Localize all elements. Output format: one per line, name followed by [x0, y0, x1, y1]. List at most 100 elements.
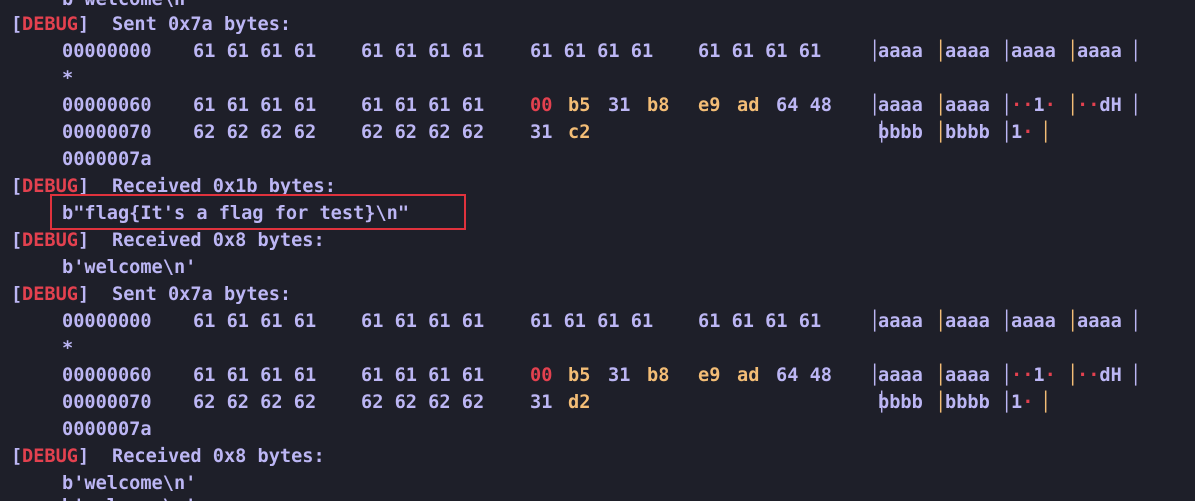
flag-highlight-box	[50, 194, 466, 230]
bracket-open: [	[11, 176, 23, 197]
hex-byte: d2	[568, 392, 591, 413]
debug-header-line: [ DEBUG ] Sent 0x7a bytes:	[0, 11, 291, 38]
hex-group: 61 61 61 61	[193, 311, 317, 332]
hex-byte: c2	[568, 122, 591, 143]
bracket-close: ]	[78, 230, 90, 251]
bracket-close: ]	[78, 446, 90, 467]
debug-header-line: [ DEBUG ] Received 0x8 bytes:	[0, 443, 325, 470]
ascii-chunk: bbbb	[945, 122, 990, 143]
header-text: Received 0x8 bytes:	[112, 446, 325, 467]
bracket-open: [	[11, 230, 23, 251]
hexdump-row: *	[0, 335, 73, 362]
output-text: b'welcome\n'	[62, 493, 196, 501]
ascii-chunk: ··dH	[1077, 365, 1122, 386]
hex-group: 62 62 62 62	[361, 122, 485, 143]
hex-group: 61 61 61 61	[361, 311, 485, 332]
output-text: b'welcome\n'	[62, 257, 197, 278]
debug-header-line: [ DEBUG ] Sent 0x7a bytes:	[0, 281, 291, 308]
hex-offset: 00000060	[62, 365, 152, 386]
hex-byte: 64 48	[776, 95, 832, 116]
ascii-chunk: aaaa	[1077, 41, 1122, 62]
hex-byte: ad	[737, 95, 760, 116]
flag-output-line: b"flag{It's a flag for test}\n"	[0, 200, 409, 227]
ascii-chunk: ··dH	[1077, 95, 1122, 116]
hexdump-row: 00000060 61 61 61 61 61 61 61 61 00 b5 3…	[0, 92, 1141, 119]
ascii-chunk: 1·	[1011, 122, 1034, 143]
ascii-separator: │	[1130, 311, 1142, 332]
header-text: Sent 0x7a bytes:	[112, 14, 292, 35]
ascii-chunk: aaaa	[878, 311, 923, 332]
hexdump-row: 00000060 61 61 61 61 61 61 61 61 00 b5 3…	[0, 362, 1141, 389]
ascii-chunk: aaaa	[945, 311, 990, 332]
ascii-separator: │	[1040, 122, 1052, 143]
ascii-chunk: ··1·	[1011, 365, 1056, 386]
hex-group: 62 62 62 62	[193, 122, 317, 143]
bracket-close: ]	[78, 284, 90, 305]
hexdump-row: 00000000 61 61 61 61 61 61 61 61 61 61 6…	[0, 308, 1141, 335]
hex-group: 61 61 61 61	[698, 311, 822, 332]
hexdump-row: 0000007a	[0, 146, 152, 173]
header-text: Received 0x8 bytes:	[112, 230, 325, 251]
hexdump-row: 0000007a	[0, 416, 152, 443]
hex-byte: 31	[608, 365, 631, 386]
hex-group: 61 61 61 61	[530, 311, 654, 332]
header-text: Sent 0x7a bytes:	[112, 284, 292, 305]
terminal-window[interactable]: b'welcome\n' [ DEBUG ] Sent 0x7a bytes: …	[0, 0, 1195, 501]
hex-byte: b5	[568, 95, 591, 116]
ascii-separator: │	[1130, 95, 1142, 116]
hex-group: 61 61 61 61	[193, 41, 317, 62]
hex-offset: 00000060	[62, 95, 152, 116]
hex-byte: b8	[647, 95, 670, 116]
ascii-separator: │	[1130, 41, 1142, 62]
ascii-chunk: aaaa	[878, 95, 923, 116]
hexdump-row: 00000070 62 62 62 62 62 62 62 62 31 d2 │…	[0, 389, 1051, 416]
repeat-marker: *	[62, 68, 74, 89]
bracket-close: ]	[78, 14, 90, 35]
hex-byte: b8	[647, 365, 670, 386]
hexdump-row: 00000000 61 61 61 61 61 61 61 61 61 61 6…	[0, 38, 1141, 65]
hex-offset: 00000070	[62, 392, 152, 413]
debug-header-line: [ DEBUG ] Received 0x8 bytes:	[0, 227, 325, 254]
debug-tag: DEBUG	[22, 14, 78, 35]
hex-byte: e9	[698, 95, 721, 116]
hex-group: 61 61 61 61	[361, 95, 485, 116]
hex-offset: 00000000	[62, 41, 152, 62]
hex-byte: 31	[530, 122, 553, 143]
hex-offset: 00000070	[62, 122, 152, 143]
hex-offset: 0000007a	[62, 419, 152, 440]
ascii-chunk: bbbb	[945, 392, 990, 413]
hex-offset: 0000007a	[62, 149, 152, 170]
hex-group: 61 61 61 61	[361, 365, 485, 386]
ascii-chunk: aaaa	[878, 41, 923, 62]
bracket-open: [	[11, 446, 23, 467]
ascii-chunk: ··1·	[1011, 95, 1056, 116]
hex-byte: e9	[698, 365, 721, 386]
hex-byte: ad	[737, 365, 760, 386]
hex-group: 61 61 61 61	[193, 95, 317, 116]
ascii-chunk: bbbb	[878, 122, 923, 143]
hex-group: 62 62 62 62	[193, 392, 317, 413]
ascii-chunk: aaaa	[945, 365, 990, 386]
hex-offset: 00000000	[62, 311, 152, 332]
ascii-chunk: aaaa	[1077, 311, 1122, 332]
ascii-separator: │	[1130, 365, 1142, 386]
hex-byte: 64 48	[776, 365, 832, 386]
hexdump-row: 00000070 62 62 62 62 62 62 62 62 31 c2 │…	[0, 119, 1051, 146]
output-line: b'welcome\n'	[0, 254, 196, 281]
hex-byte: b5	[568, 365, 591, 386]
hex-byte: 31	[530, 392, 553, 413]
hex-group: 61 61 61 61	[361, 41, 485, 62]
ascii-chunk: aaaa	[945, 41, 990, 62]
repeat-marker: *	[62, 338, 74, 359]
debug-tag: DEBUG	[22, 230, 78, 251]
ascii-chunk: aaaa	[945, 95, 990, 116]
debug-tag: DEBUG	[22, 284, 78, 305]
ascii-chunk: 1·	[1011, 392, 1034, 413]
bracket-open: [	[11, 284, 23, 305]
bracket-open: [	[11, 14, 23, 35]
debug-header-line: [ DEBUG ] Received 0x1b bytes:	[0, 173, 336, 200]
hex-byte: 00	[530, 365, 553, 386]
ascii-separator: │	[1040, 392, 1052, 413]
hex-group: 61 61 61 61	[530, 41, 654, 62]
hex-byte: 00	[530, 95, 553, 116]
